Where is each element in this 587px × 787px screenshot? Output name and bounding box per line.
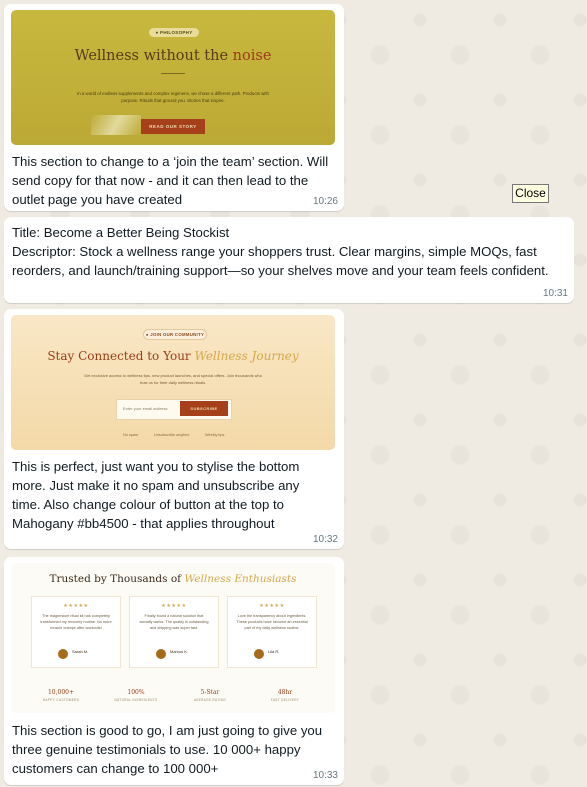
stat-natural-ingredients: 100% NATURAL INGREDIENTS (114, 689, 158, 702)
avatar (254, 649, 264, 659)
footnote-weekly-tips: Weekly tips (205, 433, 225, 437)
stat-fast-delivery: 48hr FAST DELIVERY (270, 689, 300, 702)
star-rating: ★★★★★ (161, 603, 187, 609)
testimonial-quote: Finally found a natural solution that ac… (139, 614, 209, 630)
message-time-2: 10:31 (542, 288, 568, 299)
footnote-unsubscribe: Unsubscribe anytime (154, 433, 190, 437)
newsletter-body: Get exclusive access to wellness tips, n… (83, 373, 263, 385)
testimonial-card-3: ★★★★★ Love the transparency about ingred… (227, 596, 317, 668)
philosophy-badge: ● PHILOSOPHY (149, 28, 199, 37)
star-rating: ★★★★★ (63, 603, 89, 609)
message-bubble-4[interactable]: Trusted by Thousands of Wellness Enthusi… (4, 557, 344, 785)
testimonials-screenshot[interactable]: Trusted by Thousands of Wellness Enthusi… (11, 563, 335, 713)
message-text-3: This is perfect, just want you to stylis… (12, 459, 304, 531)
avatar (156, 649, 166, 659)
light-glare (91, 115, 141, 135)
message-bubble-2[interactable]: Title: Become a Better Being Stockist De… (4, 217, 574, 303)
newsletter-title: Stay Connected to Your Wellness Journey (47, 349, 299, 363)
newsletter-screenshot[interactable]: ● JOIN OUR COMMUNITY Stay Connected to Y… (11, 315, 335, 450)
philosophy-screenshot[interactable]: ● PHILOSOPHY Wellness without the noise … (11, 10, 335, 145)
avatar (58, 649, 68, 659)
message-text-2: Title: Become a Better Being Stockist De… (12, 225, 549, 278)
read-our-story-button: READ OUR STORY (141, 119, 205, 134)
star-rating: ★★★★★ (259, 603, 285, 609)
testimonials-title: Trusted by Thousands of Wellness Enthusi… (49, 573, 297, 585)
message-text-1: This section to change to a ‘join the te… (12, 154, 332, 207)
testimonial-name: Lila R. (268, 649, 280, 654)
philosophy-body: In a world of endless supplements and co… (77, 91, 269, 103)
message-time-4: 10:33 (312, 770, 338, 781)
divider (161, 73, 185, 74)
testimonial-quote: Love the transparency about ingredients.… (236, 614, 308, 630)
testimonial-name: Sarah M. (72, 649, 89, 654)
testimonial-card-1: ★★★★★ The magnesium ritual kit has compl… (31, 596, 121, 668)
community-badge: ● JOIN OUR COMMUNITY (143, 329, 207, 340)
message-time-3: 10:32 (312, 534, 338, 545)
philosophy-title: Wellness without the noise (74, 48, 272, 64)
stat-average-rating: 5-Star AVERAGE RATING (193, 689, 227, 702)
testimonial-name: Marcus K. (170, 649, 189, 654)
footnote-no-spam: No spam (123, 433, 139, 437)
message-bubble-1[interactable]: ● PHILOSOPHY Wellness without the noise … (4, 4, 344, 211)
stat-happy-customers: 10,000+ HAPPY CUSTOMERS (42, 689, 80, 702)
subscribe-button: SUBSCRIBE (180, 401, 228, 416)
message-time-1: 10:26 (312, 196, 338, 207)
testimonial-quote: The magnesium ritual kit has completely … (40, 614, 112, 630)
message-text-4: This section is good to go, I am just go… (12, 723, 326, 776)
message-bubble-3[interactable]: ● JOIN OUR COMMUNITY Stay Connected to Y… (4, 309, 344, 549)
testimonial-card-2: ★★★★★ Finally found a natural solution t… (129, 596, 219, 668)
close-tooltip: Close (512, 184, 549, 203)
